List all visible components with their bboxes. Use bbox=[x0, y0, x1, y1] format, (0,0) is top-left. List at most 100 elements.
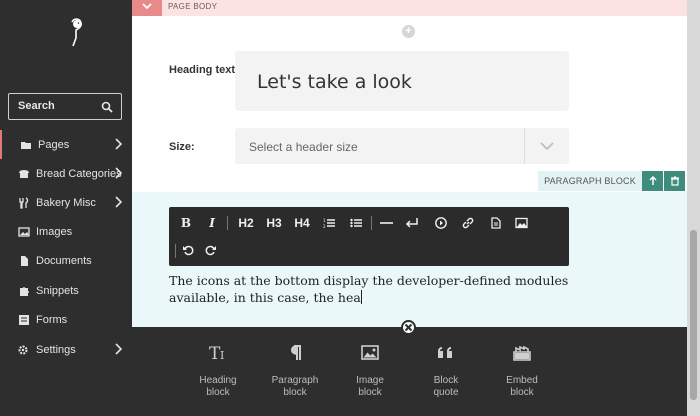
chevron-down-icon bbox=[540, 142, 554, 151]
sidebar-item-documents[interactable]: Documents bbox=[0, 246, 132, 275]
size-select[interactable]: Select a header size bbox=[235, 128, 569, 164]
document-link-icon[interactable] bbox=[490, 217, 501, 229]
svg-text:2: 2 bbox=[323, 224, 326, 229]
text-cursor bbox=[360, 290, 362, 304]
heading-block-button[interactable]: TI Heading block bbox=[188, 343, 248, 403]
pilcrow-icon bbox=[265, 343, 325, 363]
sidebar-item-label: Bread Categories bbox=[36, 167, 122, 180]
paragraph-line-2: available, in this case, the hea bbox=[169, 289, 569, 306]
ordered-list-icon[interactable]: 12 bbox=[323, 217, 335, 229]
search-box[interactable] bbox=[8, 93, 122, 120]
link-icon[interactable] bbox=[462, 217, 474, 229]
insert-image-icon[interactable] bbox=[515, 217, 528, 229]
block-label-line1: Embed bbox=[506, 375, 538, 386]
paragraph-line-1: The icons at the bottom display the deve… bbox=[169, 273, 569, 288]
sidebar-item-bread-categories[interactable]: Bread Categories bbox=[0, 159, 132, 188]
block-label-line1: Image bbox=[356, 375, 384, 386]
move-up-button[interactable] bbox=[642, 171, 663, 191]
sidebar-item-label: Forms bbox=[36, 313, 68, 326]
h2-button[interactable]: H2 bbox=[235, 214, 257, 232]
utensils-icon bbox=[19, 196, 29, 209]
arrow-up-icon bbox=[648, 175, 657, 185]
search-input[interactable] bbox=[9, 94, 99, 118]
size-select-placeholder: Select a header size bbox=[249, 140, 358, 154]
block-label-line2: block bbox=[510, 387, 534, 398]
sidebar-item-pages[interactable]: Pages bbox=[0, 130, 132, 159]
delete-button[interactable] bbox=[664, 171, 685, 191]
scrollbar-thumb[interactable] bbox=[690, 230, 697, 400]
sidebar: Pages Bread Categories Bakery Misc Image… bbox=[0, 0, 132, 416]
sidebar-item-bakery-misc[interactable]: Bakery Misc bbox=[0, 188, 132, 217]
bulleted-list-icon[interactable] bbox=[350, 217, 362, 229]
block-label-line2: block bbox=[283, 387, 307, 398]
toolbar-separator bbox=[227, 216, 228, 230]
chevron-right-icon bbox=[115, 138, 122, 150]
size-label: Size: bbox=[169, 141, 195, 153]
svg-text:1: 1 bbox=[323, 218, 326, 223]
cogs-icon bbox=[18, 345, 28, 354]
close-icon bbox=[404, 323, 413, 332]
sidebar-item-snippets[interactable]: Snippets bbox=[0, 276, 132, 305]
paragraph-editor[interactable]: The icons at the bottom display the deve… bbox=[169, 272, 569, 306]
block-label-line2: block bbox=[358, 387, 382, 398]
folder-open-icon bbox=[21, 141, 31, 149]
sidebar-item-label: Settings bbox=[36, 343, 76, 356]
sidebar-item-forms[interactable]: Forms bbox=[0, 305, 132, 334]
italic-button[interactable]: I bbox=[201, 214, 223, 232]
chevron-right-icon bbox=[115, 343, 122, 355]
toolbar-separator bbox=[175, 244, 176, 258]
sidebar-item-label: Snippets bbox=[36, 284, 79, 297]
block-label-line2: quote bbox=[433, 387, 459, 398]
wagtail-logo-icon[interactable] bbox=[64, 16, 86, 52]
sidebar-item-label: Images bbox=[36, 225, 73, 238]
heading-icon: TI bbox=[188, 343, 248, 364]
image-icon bbox=[18, 226, 30, 237]
image-icon bbox=[340, 343, 400, 363]
chevron-right-icon bbox=[115, 196, 122, 208]
embed-block-button[interactable]: Embed block bbox=[492, 343, 552, 403]
chevron-down-icon bbox=[142, 3, 152, 10]
rich-text-toolbar: B I H2 H3 H4 12 bbox=[169, 207, 569, 266]
embed-play-icon[interactable] bbox=[435, 217, 447, 229]
line-break-icon[interactable] bbox=[405, 217, 418, 229]
heading-label-text: Heading text: bbox=[169, 64, 239, 76]
select-divider bbox=[524, 128, 525, 164]
scrollbar[interactable] bbox=[687, 0, 700, 416]
sidebar-item-settings[interactable]: Settings bbox=[0, 335, 132, 364]
search-icon[interactable] bbox=[101, 101, 113, 113]
redo-icon[interactable] bbox=[205, 244, 217, 256]
page-body-label: PAGE BODY bbox=[168, 2, 218, 11]
sidebar-item-label: Documents bbox=[36, 254, 92, 267]
add-block-button[interactable]: + bbox=[402, 25, 415, 38]
block-label-line1: Block bbox=[433, 375, 459, 386]
quote-icon bbox=[416, 343, 476, 363]
block-label-line1: Heading bbox=[199, 375, 237, 386]
puzzle-icon bbox=[20, 286, 29, 296]
paragraph-block-button[interactable]: Paragraph block bbox=[265, 343, 325, 403]
paragraph-line-2-text: available, in this case, the hea bbox=[169, 290, 361, 305]
page-body-header: PAGE BODY bbox=[132, 0, 687, 16]
paragraph-block-tag: PARAGRAPH BLOCK bbox=[538, 171, 642, 191]
document-icon bbox=[21, 255, 28, 266]
h4-button[interactable]: H4 bbox=[291, 214, 313, 232]
sidebar-item-label: Pages bbox=[38, 138, 70, 151]
block-quote-button[interactable]: Block quote bbox=[416, 343, 476, 403]
toolbar-separator bbox=[371, 216, 372, 230]
svg-text:I: I bbox=[220, 349, 224, 362]
undo-icon[interactable] bbox=[182, 244, 194, 256]
image-block-button[interactable]: Image block bbox=[340, 343, 400, 403]
bold-button[interactable]: B bbox=[175, 214, 197, 232]
close-palette-button[interactable] bbox=[401, 320, 416, 335]
form-icon bbox=[19, 314, 29, 325]
collapse-toggle[interactable] bbox=[132, 0, 162, 16]
bread-icon bbox=[19, 169, 29, 178]
sidebar-item-images[interactable]: Images bbox=[0, 217, 132, 246]
main-content: PAGE BODY + Heading text: * Let's take a… bbox=[132, 0, 687, 327]
chevron-right-icon bbox=[115, 167, 122, 179]
sidebar-item-label: Bakery Misc bbox=[36, 196, 96, 209]
block-label-line2: block bbox=[206, 387, 230, 398]
heading-text-input[interactable]: Let's take a look bbox=[235, 51, 569, 111]
horizontal-rule-icon[interactable] bbox=[380, 217, 393, 229]
h3-button[interactable]: H3 bbox=[263, 214, 285, 232]
embed-icon bbox=[492, 343, 552, 363]
